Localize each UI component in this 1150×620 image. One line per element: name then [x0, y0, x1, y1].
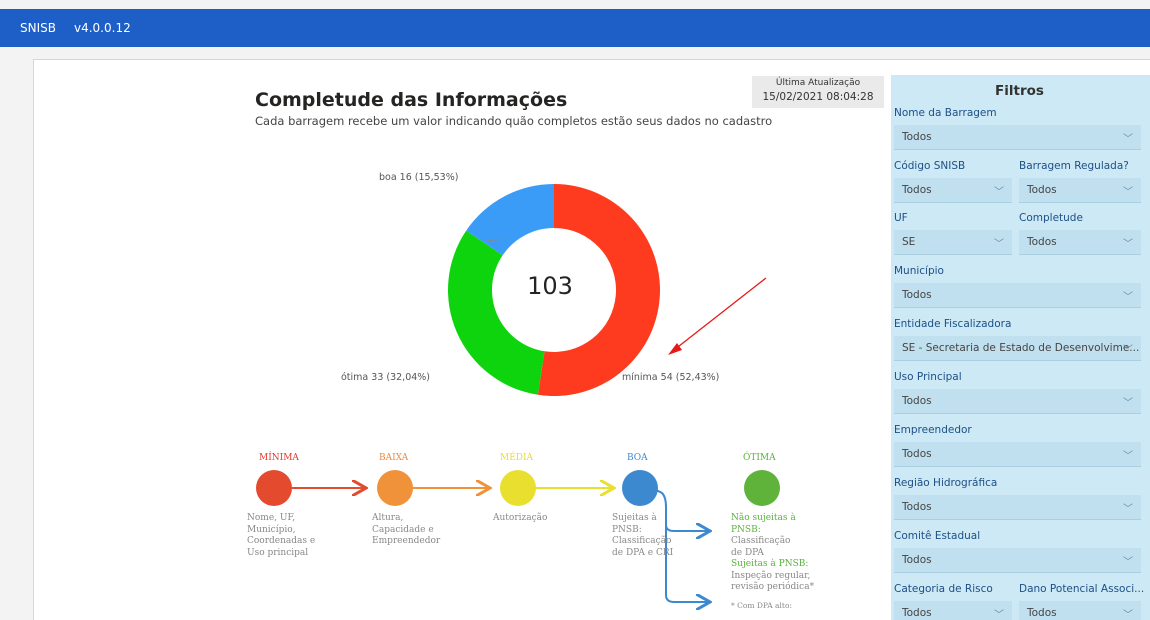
- chevron-down-icon: ﹀: [1123, 187, 1133, 198]
- flow-desc-boa: Sujeitas à PNSB: Classificação de DPA e CRI: [612, 513, 674, 558]
- flow-level-minima: MÍNIMA: [259, 453, 299, 463]
- chevron-down-icon: ﹀: [1123, 345, 1133, 356]
- flow-level-media: MÉDIA: [500, 453, 534, 463]
- filter-categoria-risco-dropdown[interactable]: Todos ﹀: [894, 601, 1012, 620]
- last-update-card: Última Atualização 15/02/2021 08:04:28: [752, 76, 884, 108]
- filter-label-uso-principal: Uso Principal: [894, 371, 962, 383]
- filter-label-categoria-risco: Categoria de Risco: [894, 583, 993, 595]
- slice-label-minima: mínima 54 (52,43%): [622, 372, 720, 383]
- filter-label-nome-barragem: Nome da Barragem: [894, 107, 997, 119]
- chevron-down-icon: ﹀: [1123, 134, 1133, 145]
- filter-nome-barragem-dropdown[interactable]: Todos ﹀: [894, 125, 1141, 150]
- flow-desc-media: Autorização: [493, 513, 548, 523]
- filters-title: Filtros: [995, 83, 1044, 99]
- chevron-down-icon: ﹀: [1123, 292, 1133, 303]
- flow-level-otima: ÓTIMA: [743, 453, 776, 463]
- last-update-value: 15/02/2021 08:04:28: [762, 91, 874, 103]
- chevron-down-icon: ﹀: [1123, 504, 1133, 515]
- filter-label-dano-potencial: Dano Potencial Associ...: [1019, 583, 1145, 595]
- flow-node-minima: [256, 470, 292, 506]
- chevron-down-icon: ﹀: [994, 239, 1004, 250]
- top-bar: SNISB v4.0.0.12: [0, 9, 1150, 47]
- filter-label-barragem-regulada: Barragem Regulada?: [1019, 160, 1129, 172]
- filter-barragem-regulada-dropdown[interactable]: Todos ﹀: [1019, 178, 1141, 203]
- donut-center-total: 103: [527, 272, 573, 300]
- chevron-down-icon: ﹀: [1123, 451, 1133, 462]
- filter-label-municipio: Município: [894, 265, 944, 277]
- filter-label-regiao: Região Hidrográfica: [894, 477, 998, 489]
- filter-completude-dropdown[interactable]: Todos ﹀: [1019, 230, 1141, 255]
- filter-empreendedor-dropdown[interactable]: Todos ﹀: [894, 442, 1141, 467]
- chevron-down-icon: ﹀: [1123, 239, 1133, 250]
- filter-comite-dropdown[interactable]: Todos ﹀: [894, 548, 1141, 573]
- filter-uf-dropdown[interactable]: SE ﹀: [894, 230, 1012, 255]
- flow-node-boa: [622, 470, 658, 506]
- app-version: v4.0.0.12: [74, 21, 131, 35]
- filter-uso-principal-dropdown[interactable]: Todos ﹀: [894, 389, 1141, 414]
- red-arrow-annotation: [668, 277, 767, 355]
- flow-desc-otima: Não sujeitas à PNSB: Classificação de DP…: [731, 513, 815, 610]
- filter-entidade-dropdown[interactable]: SE - Secretaria de Estado de Desenvolvim…: [894, 336, 1141, 361]
- filters-panel: Filtros Nome da Barragem Todos ﹀ Código S…: [891, 75, 1150, 620]
- slice-label-boa: boa 16 (15,53%): [379, 172, 459, 183]
- flow-node-otima: [744, 470, 780, 506]
- flow-desc-baixa: Altura, Capacidade e Empreendedor: [372, 513, 441, 546]
- chevron-down-icon: ﹀: [994, 610, 1004, 620]
- report-canvas: Completude das Informações Cada barragem…: [33, 59, 1150, 620]
- flow-level-boa: BOA: [627, 453, 648, 463]
- app-name[interactable]: SNISB: [20, 21, 56, 35]
- chevron-down-icon: ﹀: [1123, 557, 1133, 568]
- report-title: Completude das Informações: [255, 89, 568, 111]
- chevron-down-icon: ﹀: [994, 187, 1004, 198]
- filter-label-codigo-snisb: Código SNISB: [894, 160, 966, 172]
- slice-label-otima: ótima 33 (32,04%): [341, 372, 431, 383]
- donut-slice-ótima[interactable]: [448, 230, 545, 395]
- chevron-down-icon: ﹀: [1123, 398, 1133, 409]
- last-update-label: Última Atualização: [775, 78, 861, 88]
- chevron-down-icon: ﹀: [1123, 610, 1133, 620]
- filter-dano-potencial-dropdown[interactable]: Todos ﹀: [1019, 601, 1141, 620]
- filter-label-comite: Comitê Estadual: [894, 530, 981, 542]
- flow-desc-minima: Nome, UF, Município, Coordenadas e Uso prin…: [247, 513, 316, 558]
- filter-label-uf: UF: [894, 212, 908, 224]
- flow-level-baixa: BAIXA: [379, 453, 409, 463]
- filter-regiao-dropdown[interactable]: Todos ﹀: [894, 495, 1141, 520]
- flow-node-baixa: [377, 470, 413, 506]
- filter-label-completude: Completude: [1019, 212, 1083, 224]
- filter-label-entidade: Entidade Fiscalizadora: [894, 318, 1012, 330]
- filter-codigo-snisb-dropdown[interactable]: Todos ﹀: [894, 178, 1012, 203]
- report-subtitle: Cada barragem recebe um valor indicando …: [255, 114, 773, 128]
- flow-node-media: [500, 470, 536, 506]
- filter-label-empreendedor: Empreendedor: [894, 424, 972, 436]
- filter-municipio-dropdown[interactable]: Todos ﹀: [894, 283, 1141, 308]
